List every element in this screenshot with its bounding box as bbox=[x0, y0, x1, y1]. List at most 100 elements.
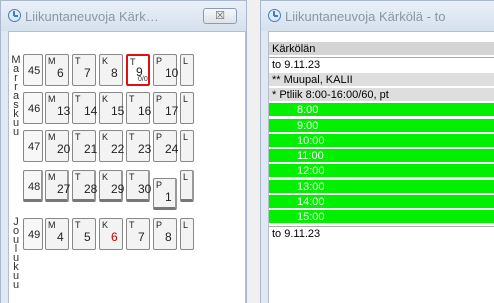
day-number: 8 bbox=[111, 66, 118, 80]
weekday-letter: M bbox=[48, 56, 56, 66]
weekday-letter: T bbox=[129, 132, 135, 142]
schedule-window: Liikuntaneuvoja Kärkölä - to Kärkölän to … bbox=[260, 0, 494, 303]
calendar-day-9[interactable]: T 9 0/0 bbox=[126, 54, 150, 86]
next-date-row[interactable]: to 9.11.23 bbox=[269, 225, 494, 240]
calendar-window: Liikuntaneuvoja Kärk… ☒ Marraskuu Jouluku… bbox=[0, 0, 247, 303]
calendar-day-27[interactable]: M 27 bbox=[45, 170, 71, 202]
time-slot[interactable]: 12:00 bbox=[269, 164, 494, 179]
calendar-day-21[interactable]: T 21 bbox=[72, 130, 98, 162]
weekday-letter: M bbox=[48, 132, 56, 142]
schedule-window-titlebar[interactable]: Liikuntaneuvoja Kärkölä - to bbox=[261, 1, 494, 31]
calendar-day-15[interactable]: K 15 bbox=[99, 92, 124, 124]
weekday-letter: P bbox=[156, 220, 163, 230]
calendar-day-5[interactable]: T5 bbox=[72, 218, 96, 250]
time-slot[interactable]: 13:00 bbox=[269, 179, 494, 194]
day-number: 6 bbox=[57, 66, 64, 80]
calendar-window-titlebar[interactable]: Liikuntaneuvoja Kärk… ☒ bbox=[1, 1, 246, 31]
weekday-letter: L bbox=[183, 94, 189, 104]
day-number: 4 bbox=[57, 230, 64, 244]
day-booking-count: 0/0 bbox=[138, 76, 148, 83]
weekday-letter: T bbox=[75, 94, 81, 104]
day-number: 29 bbox=[111, 182, 125, 196]
day-number: 7 bbox=[84, 66, 91, 80]
day-number: 7 bbox=[138, 230, 145, 244]
calendar-window-title: Liikuntaneuvoja Kärk… bbox=[25, 9, 159, 24]
calendar-day[interactable]: L bbox=[180, 92, 194, 124]
calendar-day-28[interactable]: T 28 bbox=[72, 170, 98, 202]
calendar-day-13[interactable]: M 13 bbox=[45, 92, 70, 124]
day-number: 24 bbox=[165, 142, 179, 156]
calendar-day-29[interactable]: K 29 bbox=[99, 170, 125, 202]
weekday-letter: L bbox=[183, 172, 189, 182]
week-number[interactable]: 45 bbox=[23, 54, 43, 86]
calendar-day-16[interactable]: T 16 bbox=[126, 92, 152, 124]
calendar-day-20[interactable]: M 20 bbox=[45, 130, 71, 162]
time-slot[interactable]: 10:00 bbox=[269, 133, 494, 148]
day-number: 22 bbox=[111, 142, 125, 156]
time-slot[interactable]: 8:00 bbox=[269, 103, 494, 118]
date-row[interactable]: to 9.11.23 bbox=[269, 57, 494, 72]
time-slot[interactable]: 11:00 bbox=[269, 149, 494, 164]
calendar-day[interactable]: L bbox=[180, 170, 194, 202]
clock-icon bbox=[268, 9, 281, 22]
week-number-label: 47 bbox=[28, 141, 41, 153]
calendar-day-17[interactable]: P 17 bbox=[153, 92, 179, 124]
week-number[interactable]: 49 bbox=[23, 218, 43, 250]
weekday-letter: K bbox=[102, 94, 109, 104]
time-slot[interactable]: 15:00 bbox=[269, 210, 494, 225]
calendar-day-6[interactable]: M6 bbox=[45, 54, 69, 86]
calendar-day-4[interactable]: M4 bbox=[45, 218, 69, 250]
calendar-day-14[interactable]: T 14 bbox=[72, 92, 97, 124]
calendar-day-8[interactable]: P8 bbox=[153, 218, 177, 250]
day-number: 20 bbox=[57, 142, 71, 156]
day-number: 27 bbox=[57, 182, 71, 196]
weekday-letter: L bbox=[183, 132, 189, 142]
weekday-letter: T bbox=[129, 94, 135, 104]
location-header[interactable]: Kärkölän bbox=[269, 42, 494, 56]
schedule-list: Kärkölän to 9.11.23 ** Muupal, KALII * Ptli… bbox=[268, 31, 494, 303]
entry-row[interactable]: * Ptliik 8:00-16:00/60, pt bbox=[269, 87, 494, 102]
close-icon[interactable]: ☒ bbox=[203, 8, 237, 24]
weekday-letter: T bbox=[75, 132, 81, 142]
calendar-day-22[interactable]: K 22 bbox=[99, 130, 125, 162]
day-number: 17 bbox=[165, 104, 179, 118]
weekday-letter: M bbox=[48, 220, 56, 230]
calendar-day[interactable]: L bbox=[180, 130, 194, 162]
week-number-label: 45 bbox=[28, 65, 41, 77]
calendar-day-8[interactable]: K8 bbox=[99, 54, 123, 86]
week-number[interactable]: 47 bbox=[23, 130, 43, 162]
week-number[interactable]: 46 bbox=[23, 92, 43, 124]
calendar-day[interactable]: L bbox=[180, 218, 194, 250]
week-number[interactable]: 48 bbox=[23, 170, 43, 202]
week-number-label: 48 bbox=[28, 181, 41, 193]
weekday-letter: P bbox=[156, 56, 163, 66]
calendar-day-1[interactable]: P1 bbox=[153, 178, 177, 210]
weekday-letter: T bbox=[129, 220, 135, 230]
day-number: 30 bbox=[138, 182, 152, 196]
calendar-day-24[interactable]: P 24 bbox=[153, 130, 179, 162]
weekday-letter: P bbox=[156, 94, 163, 104]
day-number: 28 bbox=[84, 182, 98, 196]
day-number: 16 bbox=[138, 104, 152, 118]
week-number-label: 46 bbox=[28, 103, 41, 115]
calendar-day-6[interactable]: K6 bbox=[99, 218, 123, 250]
weekday-letter: K bbox=[102, 172, 109, 182]
day-number: 21 bbox=[84, 142, 98, 156]
weekday-letter: M bbox=[48, 172, 56, 182]
calendar-day-30[interactable]: T 30 bbox=[126, 170, 152, 202]
day-number: 23 bbox=[138, 142, 152, 156]
calendar-day-10[interactable]: P 10 bbox=[153, 54, 178, 86]
calendar-day-7[interactable]: T7 bbox=[72, 54, 96, 86]
time-slot[interactable]: 14:00 bbox=[269, 195, 494, 209]
day-number: 8 bbox=[165, 230, 172, 244]
calendar-day[interactable]: L bbox=[180, 54, 194, 86]
calendar-day-7[interactable]: T7 bbox=[126, 218, 150, 250]
weekday-letter: P bbox=[156, 132, 163, 142]
day-number: 5 bbox=[84, 230, 91, 244]
calendar-day-23[interactable]: T 23 bbox=[126, 130, 152, 162]
group-row[interactable]: ** Muupal, KALII bbox=[269, 72, 494, 87]
time-slot[interactable]: 9:00 bbox=[269, 118, 494, 133]
weekday-letter: T bbox=[75, 220, 81, 230]
weekday-letter: P bbox=[156, 180, 163, 190]
weekday-letter: K bbox=[102, 220, 109, 230]
